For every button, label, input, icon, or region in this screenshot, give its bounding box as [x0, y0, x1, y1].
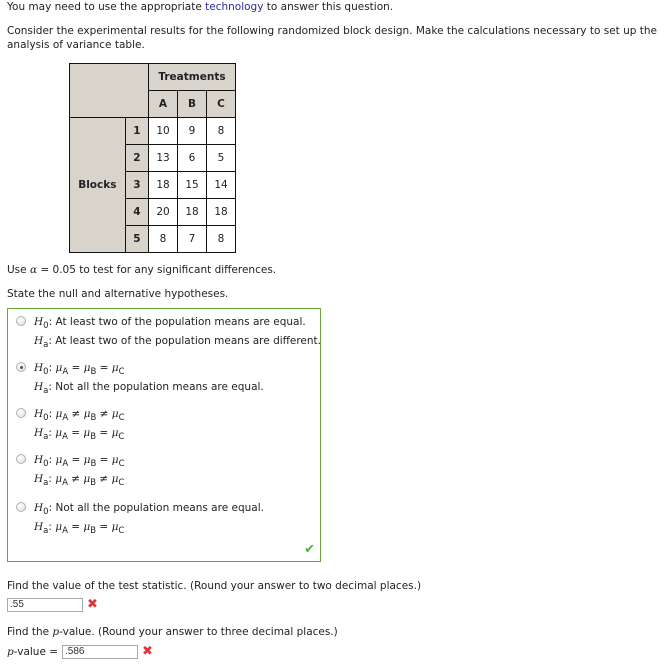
- table-cell: 8: [206, 225, 236, 253]
- alpha-symbol: α: [29, 264, 38, 276]
- test-statistic-prompt: Find the value of the test statistic. (R…: [7, 580, 422, 592]
- block-number: 2: [124, 144, 150, 172]
- table-cell: 20: [148, 198, 178, 226]
- technology-link[interactable]: technology: [205, 1, 263, 13]
- incorrect-x-icon: ✖: [87, 597, 98, 612]
- alpha-text: Use α = 0.05 to test for any significant…: [7, 264, 277, 276]
- question-line-2: analysis of variance table.: [7, 39, 145, 51]
- table-cell: 15: [177, 171, 207, 199]
- table-cell: 14: [206, 171, 236, 199]
- test-statistic-input[interactable]: .55: [7, 598, 83, 612]
- p-value-prompt: Find the p-value. (Round your answer to …: [7, 626, 338, 638]
- table-cell: 8: [206, 117, 236, 145]
- table-cell: 6: [177, 144, 207, 172]
- incorrect-x-icon: ✖: [142, 644, 153, 659]
- table-cell: 5: [206, 144, 236, 172]
- radio-button[interactable]: [16, 502, 26, 512]
- hypotheses-prompt: State the null and alternative hypothese…: [7, 288, 229, 300]
- block-number: 4: [124, 198, 150, 226]
- table-cell: 18: [206, 198, 236, 226]
- p-value-input[interactable]: .586: [62, 645, 138, 659]
- block-design-table: Treatments A B C Blocks 1 10 9 8 2 13 6 …: [69, 63, 236, 253]
- radio-button[interactable]: [16, 408, 26, 418]
- table-cell: 10: [148, 117, 178, 145]
- radio-button-selected[interactable]: [16, 362, 26, 372]
- radio-button[interactable]: [16, 316, 26, 326]
- table-row: Blocks 1 10 9 8: [69, 117, 236, 253]
- table-cell: 13: [148, 144, 178, 172]
- check-icon: ✔: [304, 542, 315, 557]
- treatments-header: Treatments: [148, 63, 236, 91]
- block-number: 3: [124, 171, 150, 199]
- block-number: 5: [124, 225, 150, 253]
- table-cell: 7: [177, 225, 207, 253]
- table-cell: 18: [177, 198, 207, 226]
- p-value-label: p-value =: [7, 646, 59, 658]
- table-cell: 18: [148, 171, 178, 199]
- corner-cell: [69, 63, 149, 118]
- radio-button[interactable]: [16, 454, 26, 464]
- blocks-header: Blocks: [69, 117, 126, 253]
- treatment-header-a: A: [148, 90, 178, 118]
- treatment-header-c: C: [206, 90, 236, 118]
- block-number: 1: [124, 117, 150, 145]
- treatment-header-b: B: [177, 90, 207, 118]
- table-cell: 9: [177, 117, 207, 145]
- table-cell: 8: [148, 225, 178, 253]
- hypotheses-answer-box: H0: At least two of the population means…: [7, 308, 321, 562]
- question-line-1: Consider the experimental results for th…: [7, 25, 658, 37]
- intro-text: You may need to use the appropriate tech…: [7, 1, 394, 13]
